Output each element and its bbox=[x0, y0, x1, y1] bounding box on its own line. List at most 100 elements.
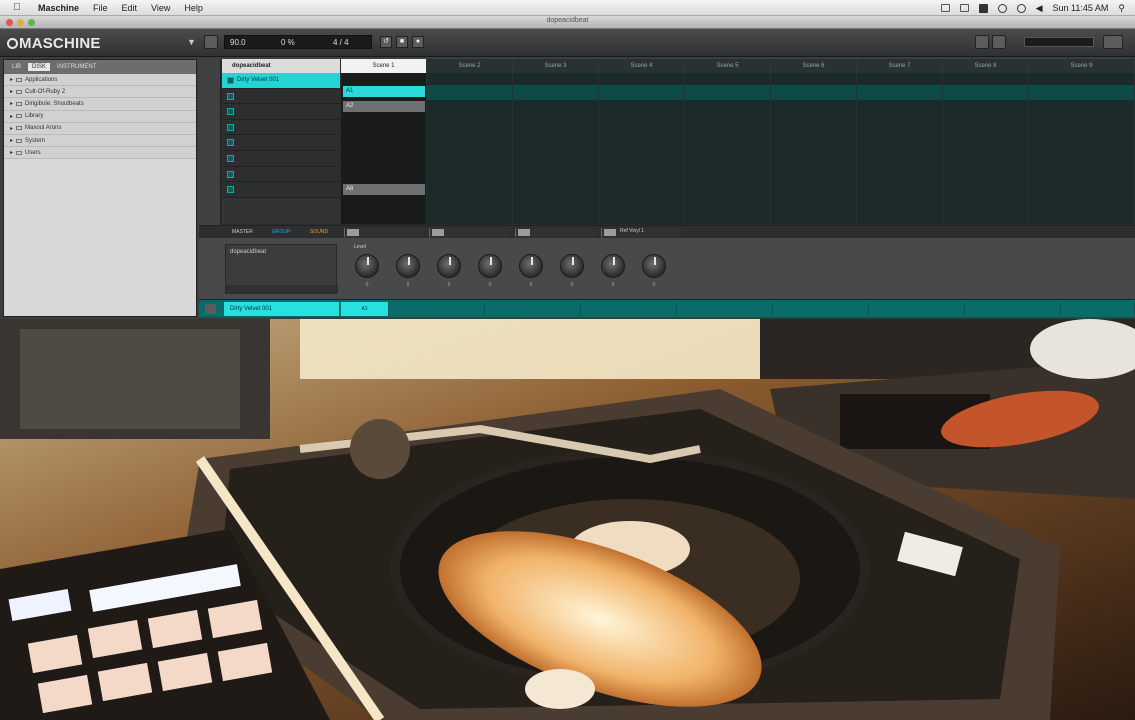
pattern-cell[interactable] bbox=[869, 302, 965, 316]
plugin-slot[interactable]: Ref Vinyl 1 bbox=[601, 228, 681, 237]
pattern-cell[interactable] bbox=[485, 302, 581, 316]
plugin-slot[interactable] bbox=[515, 228, 595, 237]
maschine-logo: MASCHINE bbox=[7, 35, 101, 52]
menu-file[interactable]: File bbox=[93, 3, 108, 13]
slot-tag bbox=[518, 229, 530, 236]
group-row-selected[interactable]: Dirty Velvet 001 bbox=[222, 73, 340, 89]
knob-value: 0 bbox=[365, 282, 369, 288]
tab-master[interactable]: MASTER bbox=[229, 228, 256, 237]
folder-icon bbox=[16, 89, 23, 94]
knob-value: 0 bbox=[406, 282, 410, 288]
pattern-cell[interactable] bbox=[965, 302, 1061, 316]
browser-panel: LIB DISK INSTRUMENT ▸ Applications ▸ Cult-… bbox=[3, 59, 197, 317]
apple-icon[interactable]:  bbox=[10, 2, 24, 13]
group-row[interactable] bbox=[222, 135, 340, 151]
dj-setup-footage bbox=[0, 319, 1135, 720]
restart-button[interactable]: ↺ bbox=[380, 36, 392, 48]
tab-group[interactable]: GROUP bbox=[269, 228, 293, 237]
menu-edit[interactable]: Edit bbox=[122, 3, 138, 13]
scene-header[interactable]: Scene 6 bbox=[771, 59, 857, 73]
browser-item[interactable]: ▸ Library bbox=[4, 110, 196, 123]
parameter-knob[interactable] bbox=[519, 254, 543, 278]
parameter-knob[interactable] bbox=[478, 254, 502, 278]
time-machine-icon[interactable] bbox=[997, 3, 1007, 13]
maschine-app: MASCHINE ▼ 90.0 0 % 4 / 4 ↺ ■ ● LIB DISK… bbox=[0, 29, 1135, 319]
group-row[interactable] bbox=[222, 119, 340, 136]
pattern-cell[interactable] bbox=[773, 302, 869, 316]
menu-view[interactable]: View bbox=[151, 3, 170, 13]
project-name[interactable]: dopeacidbeat bbox=[222, 59, 340, 73]
pattern-cell[interactable] bbox=[389, 302, 485, 316]
chevron-down-icon[interactable]: ▼ bbox=[187, 37, 196, 47]
parameter-knob[interactable] bbox=[396, 254, 420, 278]
wifi-icon[interactable] bbox=[1016, 3, 1026, 13]
scene-header[interactable]: Scene 7 bbox=[857, 59, 943, 73]
record-button[interactable]: ● bbox=[412, 36, 424, 48]
pattern-cell[interactable] bbox=[677, 302, 773, 316]
tab-sound[interactable]: SOUND bbox=[307, 228, 331, 237]
clip[interactable]: A1 bbox=[343, 86, 425, 97]
signature-value[interactable]: 4 / 4 bbox=[333, 38, 349, 47]
browser-toggle-button[interactable] bbox=[204, 35, 218, 49]
knob-section-label: Level bbox=[354, 244, 366, 250]
browser-item[interactable]: ▸ Applications bbox=[4, 74, 196, 87]
clip[interactable]: A8 bbox=[343, 184, 425, 195]
spotlight-icon[interactable]: ⚲ bbox=[1118, 3, 1125, 14]
group-row[interactable] bbox=[222, 104, 340, 120]
clip[interactable]: A2 bbox=[343, 101, 425, 112]
pattern-cell[interactable] bbox=[581, 302, 677, 316]
pattern-cell[interactable] bbox=[1061, 302, 1135, 316]
knob-value: 0 bbox=[447, 282, 451, 288]
scene-header[interactable]: Scene 8 bbox=[943, 59, 1029, 73]
browser-item[interactable]: ▸ Dirigibule: Shoutbeats bbox=[4, 98, 196, 111]
pattern-cell[interactable]: A1 bbox=[341, 302, 389, 316]
pattern-group-name[interactable]: Dirty Velvet 001 bbox=[224, 302, 339, 316]
parameter-knob[interactable] bbox=[601, 254, 625, 278]
slot-tag bbox=[347, 229, 359, 236]
control-tabs: MASTER GROUP SOUND Ref Vinyl 1 bbox=[199, 226, 1135, 238]
menu-app-name[interactable]: Maschine bbox=[38, 3, 79, 13]
folder-icon bbox=[16, 77, 23, 82]
browser-item[interactable]: ▸ System bbox=[4, 134, 196, 148]
battery-icon[interactable] bbox=[940, 4, 950, 12]
group-row[interactable] bbox=[222, 88, 340, 105]
group-row[interactable] bbox=[222, 166, 340, 183]
group-list: dopeacidbeat Dirty Velvet 001 bbox=[222, 59, 340, 224]
app-status-icon[interactable] bbox=[978, 3, 988, 13]
scene-header[interactable]: Scene 3 bbox=[513, 59, 599, 73]
parameter-knob[interactable] bbox=[642, 254, 666, 278]
display-icon[interactable] bbox=[959, 4, 969, 12]
settings-icon[interactable] bbox=[992, 35, 1006, 49]
menu-help[interactable]: Help bbox=[184, 3, 203, 13]
scene-header[interactable]: Scene 2 bbox=[427, 59, 513, 73]
scene-header[interactable]: Scene 4 bbox=[599, 59, 685, 73]
scene-header[interactable]: Scene 1 bbox=[341, 59, 427, 73]
group-row[interactable] bbox=[222, 150, 340, 167]
menubar-clock[interactable]: Sun 11:45 AM bbox=[1053, 3, 1109, 13]
master-volume-slider[interactable] bbox=[1024, 37, 1094, 47]
browser-item-label: Dirigibule: Shoutbeats bbox=[25, 100, 84, 107]
tab-instrument[interactable]: INSTRUMENT bbox=[53, 63, 100, 71]
browser-item[interactable]: ▸ Cult-Of-Ruby 2 bbox=[4, 86, 196, 99]
preset-box[interactable]: dopeacidbeat bbox=[225, 244, 338, 294]
parameter-knob[interactable] bbox=[560, 254, 584, 278]
cpu-meter bbox=[1103, 35, 1123, 49]
keyboard-view-button[interactable] bbox=[975, 35, 989, 49]
plugin-slot[interactable] bbox=[344, 228, 424, 237]
group-color-icon bbox=[227, 92, 234, 100]
parameter-knob[interactable] bbox=[437, 254, 461, 278]
volume-icon[interactable]: ◀ bbox=[1036, 3, 1043, 14]
scene-header[interactable]: Scene 9 bbox=[1029, 59, 1135, 73]
scene-header[interactable]: Scene 5 bbox=[685, 59, 771, 73]
tab-disk[interactable]: DISK bbox=[28, 63, 51, 71]
tab-lib[interactable]: LIB bbox=[8, 63, 25, 71]
parameter-knob[interactable] bbox=[355, 254, 379, 278]
swing-value[interactable]: 0 % bbox=[281, 38, 295, 47]
browser-item[interactable]: ▸ Maxoul Arons bbox=[4, 122, 196, 135]
group-row[interactable] bbox=[222, 182, 340, 198]
tempo-value[interactable]: 90.0 bbox=[230, 38, 246, 47]
plugin-slot[interactable] bbox=[429, 228, 509, 237]
browser-item[interactable]: ▸ Users bbox=[4, 147, 196, 160]
pattern-editor-toggle-icon[interactable] bbox=[205, 304, 216, 314]
play-button[interactable]: ■ bbox=[396, 36, 408, 48]
